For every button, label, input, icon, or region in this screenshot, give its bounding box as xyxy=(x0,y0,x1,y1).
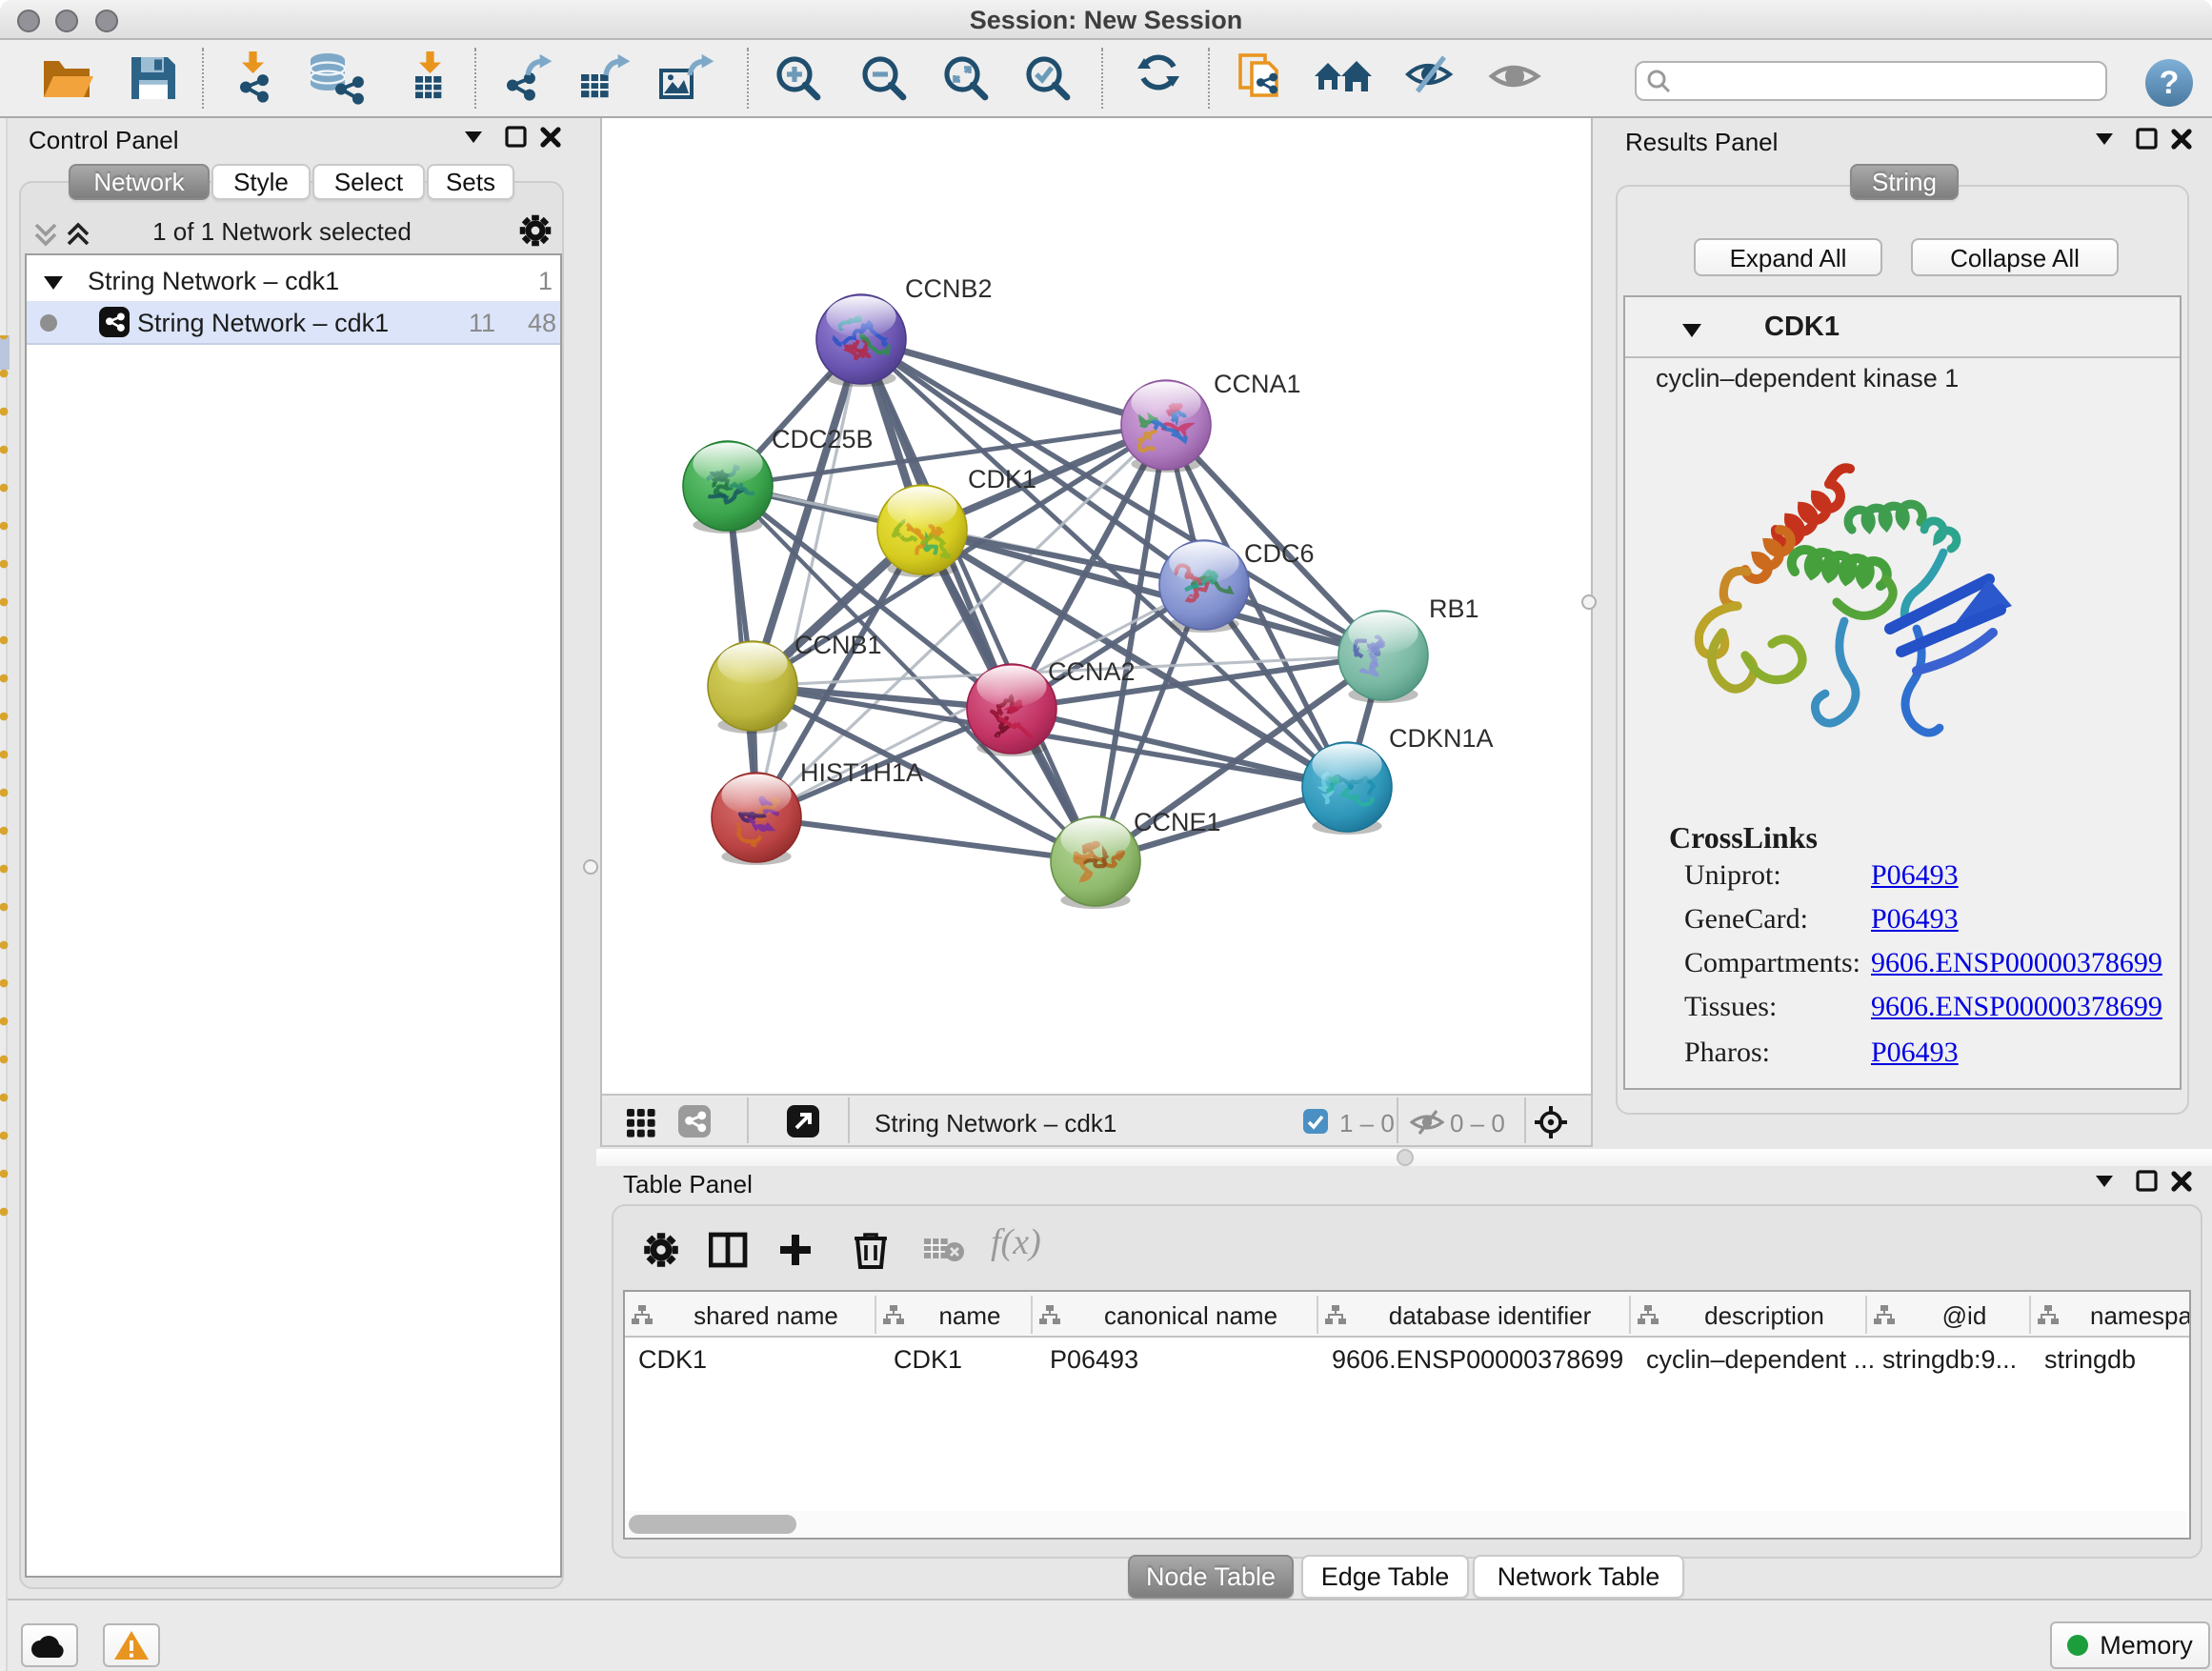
svg-text:CDK1: CDK1 xyxy=(968,465,1036,493)
svg-text:CDC25B: CDC25B xyxy=(772,425,874,453)
svg-text:RB1: RB1 xyxy=(1429,594,1479,623)
svg-text:CCNB2: CCNB2 xyxy=(905,274,993,303)
svg-text:CDKN1A: CDKN1A xyxy=(1389,724,1494,753)
svg-text:CCNA1: CCNA1 xyxy=(1214,370,1301,398)
svg-text:CCNB1: CCNB1 xyxy=(794,631,882,659)
svg-text:CCNA2: CCNA2 xyxy=(1048,657,1136,686)
svg-text:HIST1H1A: HIST1H1A xyxy=(800,758,923,787)
svg-text:CDC6: CDC6 xyxy=(1244,539,1315,568)
svg-text:CCNE1: CCNE1 xyxy=(1134,808,1221,836)
